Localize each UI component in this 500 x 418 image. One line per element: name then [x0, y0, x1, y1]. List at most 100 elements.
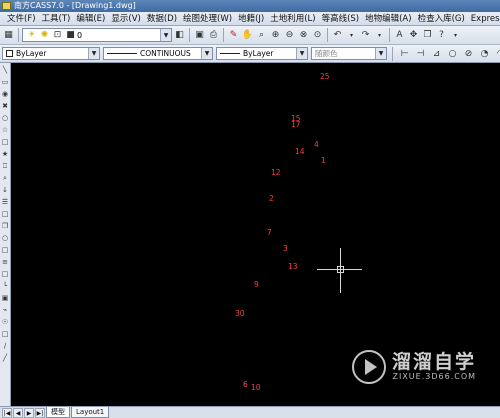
pencil-icon[interactable]: ✎	[227, 29, 240, 42]
menu-check-import[interactable]: 检查入库(G)	[415, 12, 468, 25]
dimension-angular-icon[interactable]: ⊿	[430, 47, 443, 60]
undo-icon[interactable]: ↶	[331, 29, 344, 42]
draw-tool-icon[interactable]: ▣	[1, 294, 9, 303]
linetype-value: CONTINUOUS	[140, 49, 191, 58]
first-tab-icon[interactable]: |◀	[2, 407, 12, 418]
draw-tool-icon[interactable]: □	[1, 330, 9, 339]
move-icon[interactable]: ✥	[407, 29, 420, 42]
draw-tool-icon[interactable]: ⎕	[1, 162, 9, 171]
draw-tool-icon[interactable]: ✖	[1, 102, 9, 111]
point-label: 9	[254, 280, 259, 289]
dropdown-arrow-icon[interactable]: ▾	[373, 29, 386, 42]
draw-tool-icon[interactable]: ≡	[1, 258, 9, 267]
draw-tool-icon[interactable]: └	[1, 282, 9, 291]
pan-icon[interactable]: ✋	[241, 29, 254, 42]
point-label: 1	[321, 156, 326, 165]
chevron-down-icon[interactable]: ▼	[296, 48, 307, 59]
prev-tab-icon[interactable]: ◀	[13, 407, 23, 418]
toolbar-separator	[389, 28, 390, 42]
layer-toolbar: ▦ ☀ ✺ ⊡ ■ 0 ▼ ◧ ▣ ⎙ ✎ ✋ ⌕ ⊕ ⊖ ⊗ ⊙ ↶ ▾ ↷ …	[0, 26, 500, 45]
menu-data[interactable]: 数据(D)	[144, 12, 180, 25]
last-tab-icon[interactable]: ▶|	[35, 407, 45, 418]
lineweight-control[interactable]: ByLayer ▼	[216, 47, 308, 60]
print-icon[interactable]: ⎙	[207, 29, 220, 42]
menu-file[interactable]: 文件(F)	[4, 12, 39, 25]
linetype-sample	[107, 53, 137, 54]
chevron-down-icon[interactable]: ▼	[88, 48, 99, 59]
point-label: 10	[251, 383, 261, 392]
color-swatch-icon	[6, 50, 13, 57]
draw-tool-icon[interactable]: ╲	[1, 66, 9, 75]
left-draw-toolbar: ╲ ▭ ◉ ✖ ○ ☆ □ ★ ⎕ ⌕ ↓ ☰ □ ❐ ○ □ ≡ □ └ ▣ ⌁ ☉ □ ∕ ╱	[0, 63, 11, 406]
draw-tool-icon[interactable]: ★	[1, 150, 9, 159]
dimension-aligned-icon[interactable]: ⊣	[414, 47, 427, 60]
tab-model[interactable]: 模型	[46, 407, 70, 418]
draw-tool-icon[interactable]: ╱	[1, 354, 9, 363]
draw-tool-icon[interactable]: ❐	[1, 222, 9, 231]
layer-properties-icon[interactable]: ▦	[2, 29, 15, 42]
menu-express[interactable]: Express	[468, 12, 500, 25]
chevron-down-icon[interactable]: ▼	[201, 48, 212, 59]
menu-view[interactable]: 显示(V)	[108, 12, 143, 25]
plotstyle-control[interactable]: 随颜色 ▼	[311, 47, 387, 60]
question-icon[interactable]: ?	[435, 29, 448, 42]
menu-bar: 文件(F) 工具(T) 编辑(E) 显示(V) 数据(D) 绘图处理(W) 地籍…	[0, 12, 500, 26]
arc-icon[interactable]: ◠	[494, 47, 500, 60]
text-icon[interactable]: A	[393, 29, 406, 42]
menu-feature-edit[interactable]: 地物编辑(A)	[362, 12, 414, 25]
draw-tool-icon[interactable]: ⌁	[1, 306, 9, 315]
toolbar-separator	[223, 28, 224, 42]
draw-tool-icon[interactable]: ◉	[1, 90, 9, 99]
crosshair-pickbox	[337, 266, 344, 273]
point-label: 25	[320, 72, 330, 81]
light-bulb-icon[interactable]: ☀	[25, 29, 38, 42]
draw-tool-icon[interactable]: ∕	[1, 342, 9, 351]
zoom-extents-icon[interactable]: ⊙	[311, 29, 324, 42]
menu-edit[interactable]: 编辑(E)	[73, 12, 108, 25]
point-label: 17	[291, 120, 301, 129]
menu-land-use[interactable]: 土地利用(L)	[267, 12, 318, 25]
draw-tool-icon[interactable]: □	[1, 210, 9, 219]
draw-tool-icon[interactable]: ⌕	[1, 174, 9, 183]
menu-cadastre[interactable]: 地籍(J)	[235, 12, 267, 25]
zoom-realtime-icon[interactable]: ⌕	[255, 29, 268, 42]
toolbar-separator	[392, 46, 393, 61]
zoom-window-icon[interactable]: ⊕	[269, 29, 282, 42]
zoom-all-icon[interactable]: ⊗	[297, 29, 310, 42]
menu-drawing-processing[interactable]: 绘图处理(W)	[180, 12, 235, 25]
layers-icon[interactable]: ◧	[173, 29, 186, 42]
dropdown-arrow-icon[interactable]: ▾	[345, 29, 358, 42]
draw-tool-icon[interactable]: ○	[1, 234, 9, 243]
point-label: 3	[283, 244, 288, 253]
radius-icon[interactable]: ◔	[478, 47, 491, 60]
draw-tool-icon[interactable]: ○	[1, 114, 9, 123]
next-tab-icon[interactable]: ▶	[24, 407, 34, 418]
dimension-linear-icon[interactable]: ⊢	[398, 47, 411, 60]
lock-icon[interactable]: ⊡	[51, 29, 64, 42]
layer-dropdown[interactable]: ☀ ✺ ⊡ ■ 0 ▼	[22, 28, 172, 42]
properties-toolbar: ByLayer ▼ CONTINUOUS ▼ ByLayer ▼ 随颜色 ▼ ⊢…	[0, 45, 500, 63]
chevron-down-icon[interactable]: ▼	[375, 48, 386, 59]
draw-tool-icon[interactable]: ☉	[1, 318, 9, 327]
circle-icon[interactable]: ○	[446, 47, 459, 60]
draw-tool-icon[interactable]: ↓	[1, 186, 9, 195]
no-icon[interactable]: ⊘	[462, 47, 475, 60]
zoom-previous-icon[interactable]: ⊖	[283, 29, 296, 42]
linetype-control[interactable]: CONTINUOUS ▼	[103, 47, 213, 60]
save-icon[interactable]: ▣	[193, 29, 206, 42]
tab-layout1[interactable]: Layout1	[71, 407, 110, 418]
menu-contours[interactable]: 等高线(S)	[319, 12, 363, 25]
draw-tool-icon[interactable]: ▭	[1, 78, 9, 87]
draw-tool-icon[interactable]: □	[1, 138, 9, 147]
copy-icon[interactable]: ❐	[421, 29, 434, 42]
color-control[interactable]: ByLayer ▼	[2, 47, 100, 60]
menu-tools[interactable]: 工具(T)	[39, 12, 74, 25]
draw-tool-icon[interactable]: ☰	[1, 198, 9, 207]
dropdown-arrow-icon[interactable]: ▾	[449, 29, 462, 42]
redo-icon[interactable]: ↷	[359, 29, 372, 42]
draw-tool-icon[interactable]: □	[1, 270, 9, 279]
draw-tool-icon[interactable]: ☆	[1, 126, 9, 135]
sun-icon[interactable]: ✺	[38, 29, 51, 42]
draw-tool-icon[interactable]: □	[1, 246, 9, 255]
chevron-down-icon[interactable]: ▼	[160, 29, 171, 41]
